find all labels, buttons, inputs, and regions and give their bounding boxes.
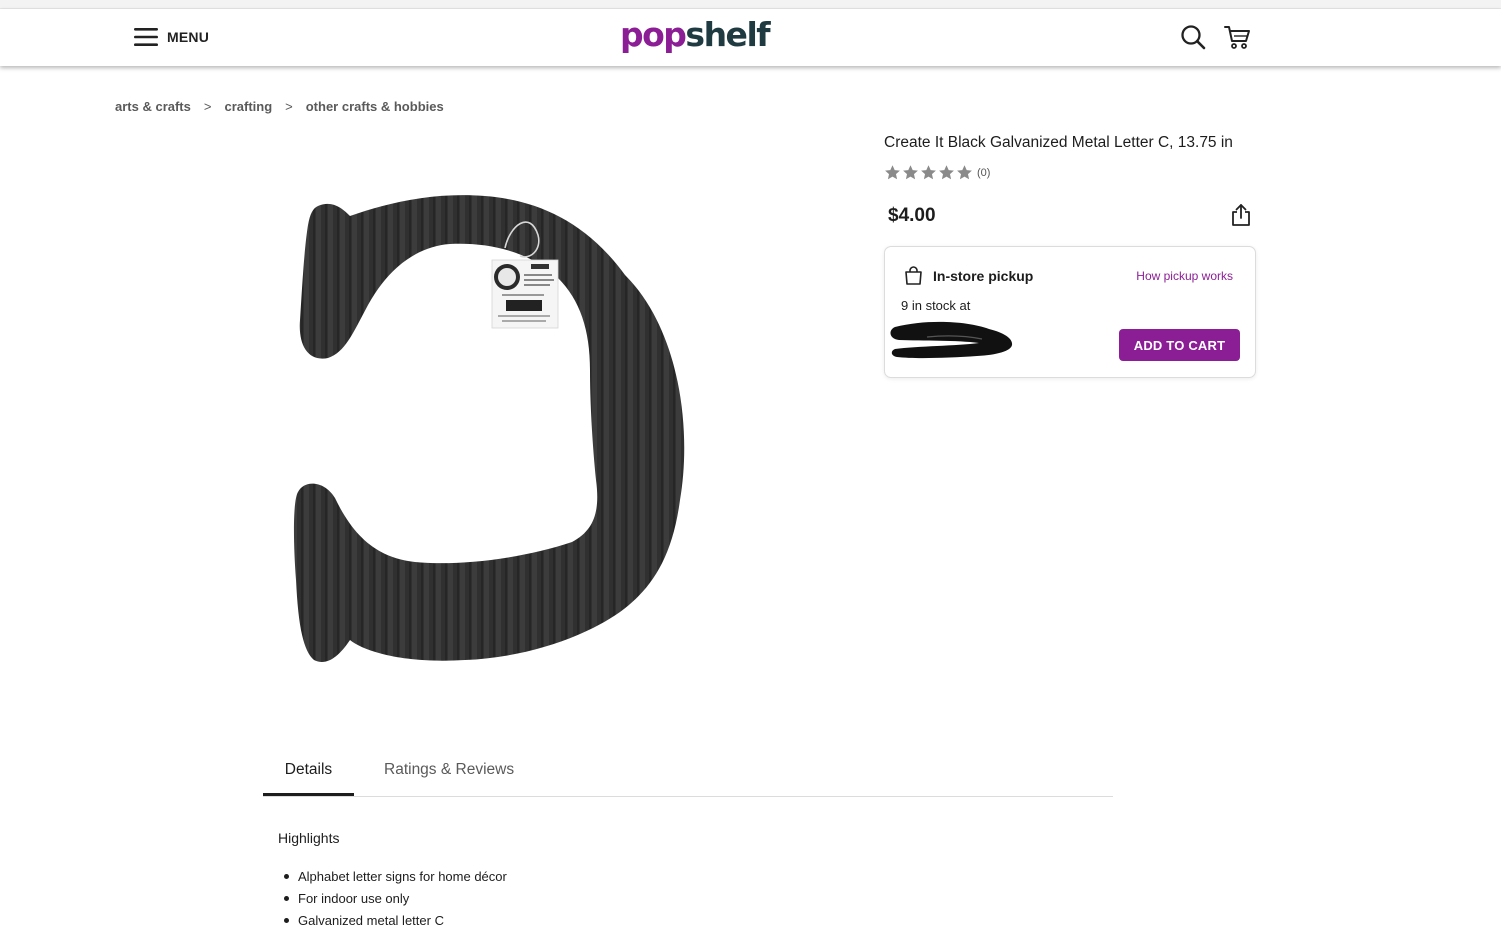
- tab-ratings-reviews[interactable]: Ratings & Reviews: [375, 752, 525, 796]
- breadcrumb: arts & crafts > crafting > other crafts …: [115, 99, 444, 114]
- breadcrumb-arts-crafts[interactable]: arts & crafts: [115, 99, 191, 114]
- breadcrumb-other-crafts-hobbies[interactable]: other crafts & hobbies: [306, 99, 444, 114]
- highlights-title: Highlights: [278, 830, 340, 846]
- star-empty-icon: [903, 165, 918, 180]
- menu-label: MENU: [167, 29, 210, 45]
- logo-shelf: shelf: [685, 15, 770, 54]
- top-strip: [0, 0, 1501, 9]
- list-item: Alphabet letter signs for home décor: [284, 866, 507, 888]
- highlights-list: Alphabet letter signs for home décor For…: [284, 866, 507, 932]
- hamburger-icon: [134, 28, 158, 46]
- product-price: $4.00: [888, 205, 936, 226]
- pickup-label: In-store pickup: [933, 268, 1034, 284]
- site-header: MENU popshelf: [0, 9, 1501, 66]
- product-title: Create It Black Galvanized Metal Letter …: [884, 134, 1233, 151]
- star-rating[interactable]: (0): [884, 164, 990, 181]
- star-empty-icon: [885, 165, 900, 180]
- search-icon[interactable]: [1180, 24, 1206, 50]
- tab-details[interactable]: Details: [263, 752, 354, 796]
- share-icon[interactable]: [1230, 203, 1252, 227]
- star-empty-icon: [921, 165, 936, 180]
- add-to-cart-button[interactable]: ADD TO CART: [1119, 329, 1240, 361]
- star-empty-icon: [939, 165, 954, 180]
- list-item: Galvanized metal letter C: [284, 910, 507, 932]
- stock-status: 9 in stock at: [901, 298, 971, 313]
- review-count: (0): [977, 166, 991, 179]
- breadcrumb-crafting[interactable]: crafting: [224, 99, 272, 114]
- list-item: For indoor use only: [284, 888, 507, 910]
- metal-letter-c-shape: [293, 195, 685, 662]
- logo-pop: pop: [620, 15, 687, 54]
- product-tabs: Details Ratings & Reviews: [263, 752, 1113, 797]
- how-pickup-works-link[interactable]: How pickup works: [1136, 269, 1233, 283]
- pickup-card: In-store pickup How pickup works 9 in st…: [884, 246, 1256, 378]
- popshelf-logo[interactable]: popshelf: [620, 15, 771, 55]
- cart-icon[interactable]: [1224, 25, 1251, 50]
- redacted-store-name: [890, 321, 1013, 359]
- breadcrumb-separator: >: [285, 99, 293, 114]
- shopping-bag-icon: [905, 266, 922, 285]
- star-empty-icon: [957, 165, 972, 180]
- product-tag: [491, 259, 559, 329]
- product-image[interactable]: [280, 180, 710, 680]
- breadcrumb-separator: >: [203, 99, 212, 114]
- menu-button[interactable]: MENU: [134, 27, 209, 47]
